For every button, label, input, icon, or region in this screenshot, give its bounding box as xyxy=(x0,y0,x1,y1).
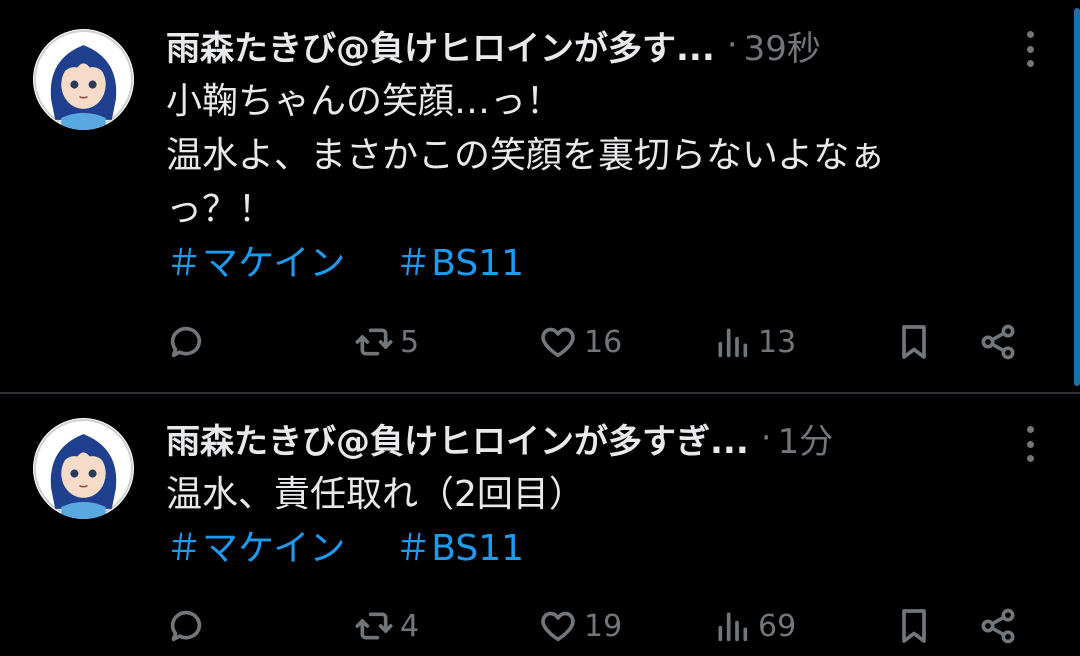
timestamp[interactable]: 1分 xyxy=(778,414,834,463)
like-count: 16 xyxy=(584,324,623,360)
tweet-text: 温水、責任取れ（2回目） ＃マケイン ＃BS11 xyxy=(166,468,1026,576)
views-count: 69 xyxy=(758,608,797,644)
share-icon xyxy=(981,324,1015,360)
avatar[interactable] xyxy=(33,29,134,130)
hashtag-row: ＃マケイン ＃BS11 xyxy=(166,237,1026,291)
tweet-header: 雨森たきび@負けヒロインが多すぎ... · 1分 xyxy=(166,414,960,463)
retweet-icon xyxy=(355,612,393,640)
tweet-divider xyxy=(0,392,1080,394)
bookmark-button[interactable] xyxy=(894,318,934,366)
tweet-line: っ？！ xyxy=(166,189,275,230)
hashtag-link[interactable]: ＃BS11 xyxy=(395,528,524,569)
hashtag-link[interactable]: ＃マケイン xyxy=(166,528,345,569)
bookmark-button[interactable] xyxy=(894,602,934,650)
tweet-line: 温水、責任取れ（2回目） xyxy=(166,474,585,515)
separator-dot: · xyxy=(726,25,738,65)
bookmark-icon xyxy=(902,609,926,643)
reply-button[interactable] xyxy=(166,602,206,650)
tweet-header: 雨森たきび@負けヒロインが多す... · 39秒 xyxy=(166,21,960,70)
share-button[interactable] xyxy=(978,318,1018,366)
share-icon xyxy=(981,608,1015,644)
retweet-count: 5 xyxy=(400,324,420,360)
like-button[interactable]: 19 xyxy=(538,602,622,650)
separator-dot: · xyxy=(760,418,772,458)
author-name[interactable]: 雨森たきび@負けヒロインが多すぎ... xyxy=(166,414,749,463)
like-count: 19 xyxy=(584,608,623,644)
reply-icon xyxy=(170,610,202,642)
tweet[interactable]: 雨森たきび@負けヒロインが多す... · 39秒 小鞠ちゃんの笑顔…っ！ 温水よ… xyxy=(0,0,1080,392)
timestamp[interactable]: 39秒 xyxy=(744,21,821,70)
retweet-count: 4 xyxy=(400,608,420,644)
tweet-text: 小鞠ちゃんの笑顔…っ！ 温水よ、まさかこの笑顔を裏切らないよなぁ っ？！ ＃マケ… xyxy=(166,75,1026,291)
avatar[interactable] xyxy=(33,418,134,519)
action-bar: 5 16 13 xyxy=(166,318,1040,366)
views-count: 13 xyxy=(758,324,797,360)
like-button[interactable]: 16 xyxy=(538,318,622,366)
like-icon xyxy=(541,611,575,642)
action-bar: 4 19 69 xyxy=(166,602,1040,650)
more-icon[interactable] xyxy=(1020,426,1040,462)
more-icon[interactable] xyxy=(1020,31,1040,67)
share-button[interactable] xyxy=(978,602,1018,650)
hashtag-link[interactable]: ＃マケイン xyxy=(166,243,345,284)
scrollbar[interactable] xyxy=(1074,8,1080,386)
hashtag-link[interactable]: ＃BS11 xyxy=(395,243,524,284)
views-icon xyxy=(718,328,748,358)
hashtag-row: ＃マケイン ＃BS11 xyxy=(166,522,1026,576)
reply-icon xyxy=(170,326,202,358)
author-name[interactable]: 雨森たきび@負けヒロインが多す... xyxy=(166,21,715,70)
retweet-button[interactable]: 5 xyxy=(354,318,419,366)
retweet-button[interactable]: 4 xyxy=(354,602,419,650)
views-button[interactable]: 13 xyxy=(712,318,796,366)
retweet-icon xyxy=(355,328,393,356)
bookmark-icon xyxy=(902,325,926,359)
reply-button[interactable] xyxy=(166,318,206,366)
views-icon xyxy=(718,612,748,642)
tweet-line: 小鞠ちゃんの笑顔…っ！ xyxy=(166,81,563,122)
tweet-line: 温水よ、まさかこの笑顔を裏切らないよなぁ xyxy=(166,135,886,176)
views-button[interactable]: 69 xyxy=(712,602,796,650)
tweet[interactable]: 雨森たきび@負けヒロインが多すぎ... · 1分 温水、責任取れ（2回目） ＃マ… xyxy=(0,396,1080,656)
like-icon xyxy=(541,327,575,358)
